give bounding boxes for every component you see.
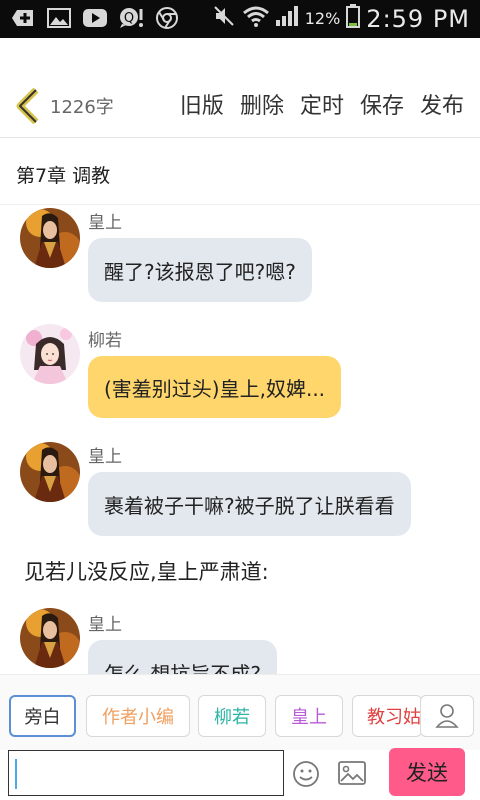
chat-alert-icon: Q	[118, 6, 144, 30]
editor-toolbar: 1226字 旧版 删除 定时 保存 发布	[0, 38, 480, 138]
emoji-button[interactable]	[292, 760, 320, 788]
old-version-button[interactable]: 旧版	[180, 88, 224, 120]
word-count: 1226字	[50, 97, 114, 118]
status-bar: Q 12% 2:59 PM	[0, 0, 480, 38]
svg-text:Q: Q	[124, 11, 134, 26]
message-bubble[interactable]: 裹着被子干嘛?被子脱了让朕看看	[88, 472, 411, 536]
send-button[interactable]: 发送	[389, 748, 465, 796]
role-narrator[interactable]: 旁白	[9, 695, 76, 737]
message-list[interactable]: 皇上 醒了?该报恩了吧?嗯? 柳若 (害羞别过头)皇上,奴婢... 皇上 裹着被…	[0, 206, 480, 674]
chat-message[interactable]: 皇上 裹着被子干嘛?被子脱了让朕看看	[0, 440, 480, 550]
narration-text[interactable]: 见若儿没反应,皇上严肃道:	[24, 556, 269, 586]
role-label: 作者小编	[102, 707, 174, 728]
image-button[interactable]	[337, 760, 367, 788]
avatar-liuruo[interactable]	[20, 324, 80, 384]
chapter-title: 第7章 调教	[16, 165, 111, 187]
chevron-left-icon	[16, 87, 39, 125]
image-icon	[338, 761, 366, 785]
role-label: 教习姑	[367, 707, 421, 728]
signal-icon	[275, 5, 299, 32]
delete-button[interactable]: 删除	[240, 88, 284, 120]
wifi-icon	[242, 5, 269, 32]
role-instructor[interactable]: 教习姑	[352, 695, 422, 737]
speaker-name: 柳若	[88, 331, 122, 351]
role-emperor[interactable]: 皇上	[275, 695, 343, 737]
message-input[interactable]	[8, 750, 284, 796]
avatar-emperor[interactable]	[20, 608, 80, 668]
battery-icon	[346, 4, 361, 33]
play-icon	[82, 6, 108, 30]
role-selector: 旁白 作者小编 柳若 皇上 教习姑	[0, 674, 480, 750]
smiley-icon	[293, 761, 319, 787]
chat-message[interactable]: 皇上 怎么,想抗旨不成?	[0, 606, 480, 674]
compose-bar: 发送	[0, 748, 480, 800]
message-bubble[interactable]: 怎么,想抗旨不成?	[88, 640, 277, 674]
avatar-emperor[interactable]	[20, 208, 80, 268]
toolbar-menu: 旧版 删除 定时 保存 发布	[180, 88, 464, 120]
speaker-name: 皇上	[88, 615, 122, 635]
back-button[interactable]	[14, 87, 42, 125]
avatar-emperor[interactable]	[20, 442, 80, 502]
chat-message[interactable]: 柳若 (害羞别过头)皇上,奴婢...	[0, 322, 480, 432]
person-icon	[435, 704, 459, 728]
chapter-header[interactable]: 第7章 调教	[0, 139, 480, 205]
role-author-editor[interactable]: 作者小编	[86, 695, 190, 737]
save-button[interactable]: 保存	[360, 88, 404, 120]
role-liuruo[interactable]: 柳若	[198, 695, 266, 737]
schedule-button[interactable]: 定时	[300, 88, 344, 120]
message-bubble[interactable]: 醒了?该报恩了吧?嗯?	[88, 238, 312, 302]
plus-box-icon	[10, 6, 36, 30]
mute-icon	[213, 5, 237, 32]
clock: 2:59 PM	[366, 4, 470, 33]
role-label: 皇上	[291, 707, 327, 728]
chrome-icon	[154, 6, 180, 30]
text-caret	[15, 759, 17, 789]
battery-percent: 12%	[304, 9, 341, 28]
speaker-name: 皇上	[88, 213, 122, 233]
image-icon	[46, 6, 72, 30]
message-bubble[interactable]: (害羞别过头)皇上,奴婢...	[88, 356, 342, 418]
role-label: 旁白	[24, 707, 61, 728]
speaker-name: 皇上	[88, 447, 122, 467]
chat-message[interactable]: 皇上 醒了?该报恩了吧?嗯?	[0, 206, 480, 316]
publish-button[interactable]: 发布	[420, 88, 464, 120]
manage-roles-button[interactable]	[420, 695, 474, 737]
role-label: 柳若	[214, 707, 250, 728]
